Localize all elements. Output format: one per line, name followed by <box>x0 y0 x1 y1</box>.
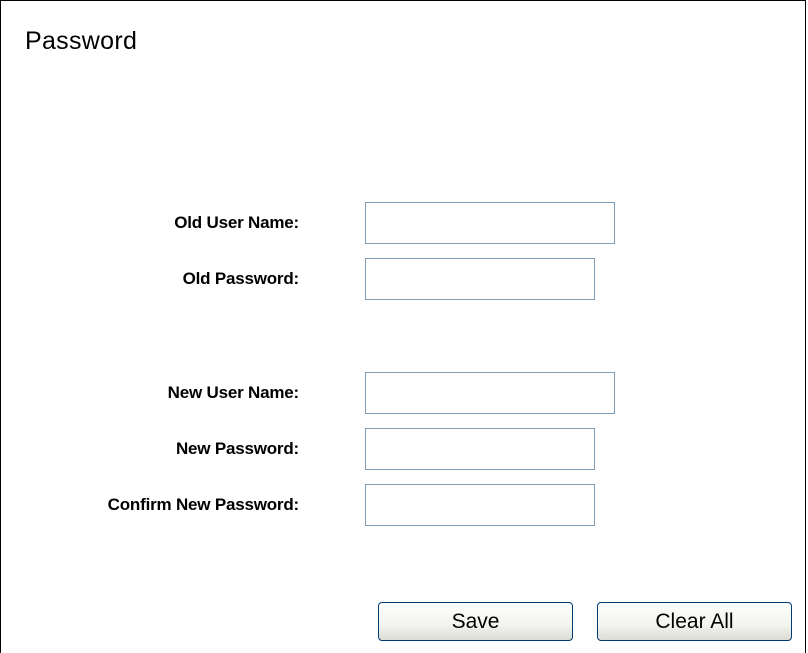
new-password-label: New Password: <box>175 439 299 458</box>
clear-all-button[interactable]: Clear All <box>597 602 792 641</box>
new-password-input[interactable] <box>365 428 595 470</box>
new-user-name-input[interactable] <box>365 372 615 414</box>
confirm-new-password-input[interactable] <box>365 484 595 526</box>
confirm-new-password-label: Confirm New Password: <box>107 495 300 514</box>
new-user-name-label: New User Name: <box>167 383 300 402</box>
page-title: Password <box>25 27 138 55</box>
old-password-input[interactable] <box>365 258 595 300</box>
password-panel: Password Old User Name: Old Password: Ne… <box>0 0 806 653</box>
save-button[interactable]: Save <box>378 602 573 641</box>
old-password-label: Old Password: <box>182 269 300 288</box>
old-user-name-label: Old User Name: <box>174 213 299 232</box>
old-user-name-input[interactable] <box>365 202 615 244</box>
